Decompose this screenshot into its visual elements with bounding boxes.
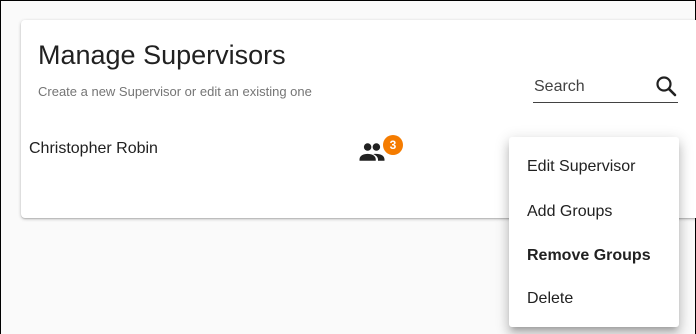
search-icon[interactable]: [654, 74, 678, 98]
window-frame: [1, 0, 696, 6]
supervisor-name[interactable]: Christopher Robin: [29, 140, 158, 158]
page-subtitle: Create a new Supervisor or edit an exist…: [38, 84, 312, 99]
search-field: [533, 72, 678, 103]
menu-item-delete[interactable]: Delete: [527, 290, 573, 308]
page-title: Manage Supervisors: [38, 40, 286, 70]
menu-item-remove-groups[interactable]: Remove Groups: [527, 247, 651, 265]
context-menu: Edit Supervisor Add Groups Remove Groups…: [509, 137, 679, 327]
menu-item-add-groups[interactable]: Add Groups: [527, 203, 612, 221]
menu-item-edit-supervisor[interactable]: Edit Supervisor: [527, 158, 636, 176]
group-count-badge: 3: [383, 135, 403, 155]
search-input[interactable]: [534, 74, 634, 100]
